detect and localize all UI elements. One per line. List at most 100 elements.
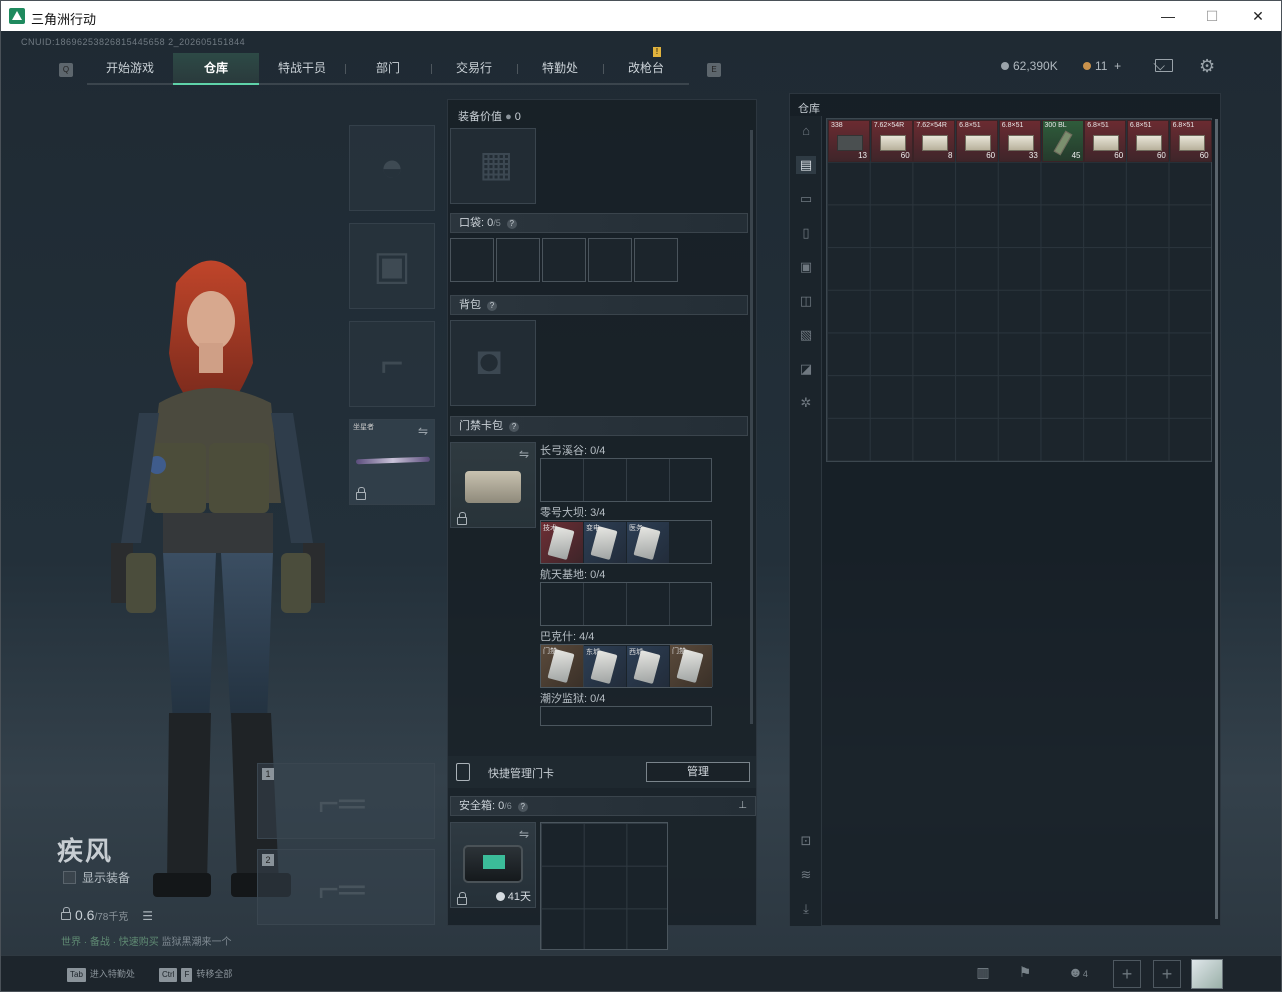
checkbox-icon[interactable] xyxy=(63,871,76,884)
warehouse-scrollbar[interactable] xyxy=(1215,119,1218,919)
melee-slot[interactable]: 坐星者 ⇋ xyxy=(349,419,435,505)
gear-category-icon[interactable]: ▣ xyxy=(796,258,816,276)
help-icon[interactable]: ? xyxy=(509,422,519,432)
keycard-item[interactable]: 门禁 xyxy=(541,645,584,687)
keycard-row-dam[interactable]: 技术 变电 医务 xyxy=(540,520,712,564)
primary-weapon-slot-1[interactable]: 1 ⌐═ xyxy=(257,763,435,839)
warehouse-item[interactable]: 6.8×51 60 xyxy=(1169,120,1212,162)
flag-icon[interactable]: ⚑ xyxy=(1015,964,1035,984)
pin-icon[interactable]: ⊥ xyxy=(738,797,747,815)
tab-market[interactable]: 交易行 xyxy=(431,53,518,85)
close-button[interactable]: ✕ xyxy=(1243,5,1273,27)
warehouse-item[interactable]: 6.8×51 60 xyxy=(956,120,999,162)
transfer-all-shortcut-hint[interactable]: Ctrl F 转移全部 xyxy=(159,967,232,982)
pocket-slot[interactable] xyxy=(496,238,540,282)
keycard-case-slot[interactable]: ⇋ xyxy=(450,442,536,528)
nav-next-icon[interactable]: E xyxy=(707,63,721,77)
pocket-slot[interactable] xyxy=(634,238,678,282)
mail-icon[interactable] xyxy=(1155,59,1173,72)
all-items-icon[interactable]: ⌂ xyxy=(796,122,816,140)
helmet-slot[interactable]: ◓ xyxy=(349,125,435,211)
safebox-grid[interactable] xyxy=(540,822,668,950)
keycard-item[interactable]: 技术 xyxy=(541,522,583,563)
premium-currency[interactable]: 11 + xyxy=(1083,59,1121,73)
help-icon[interactable]: ? xyxy=(517,802,528,812)
swap-icon[interactable]: ⇋ xyxy=(418,424,428,438)
locked-category-icon[interactable]: ◪ xyxy=(796,360,816,378)
tab-gunsmith[interactable]: 改枪台 xyxy=(603,53,689,85)
sort-icon[interactable]: ⊡ xyxy=(796,832,816,850)
quick-manage-keycards: 快捷管理门卡 管理 xyxy=(448,756,756,788)
pocket-header: 口袋: 0/5? xyxy=(450,213,748,233)
show-equipment-toggle[interactable]: 显示装备 xyxy=(63,869,130,886)
panel-scrollbar[interactable] xyxy=(750,130,753,724)
game-window: 三角洲行动 — ☐ ✕ CNUID:18696253826815445658 2… xyxy=(0,0,1282,992)
chest-rig-slot[interactable]: ▦ xyxy=(450,128,536,204)
tab-start-game[interactable]: 开始游戏 xyxy=(87,53,174,85)
invite-slot-button[interactable]: + xyxy=(1153,960,1181,988)
nav-prev-icon[interactable]: Q xyxy=(59,63,73,77)
manage-button[interactable]: 管理 xyxy=(646,762,750,782)
invite-slot-button[interactable]: + xyxy=(1113,960,1141,988)
warehouse-item[interactable]: 6.8×51 60 xyxy=(1126,120,1169,162)
settings-category-icon[interactable]: ✲ xyxy=(796,394,816,412)
list-icon[interactable]: ☰ xyxy=(142,909,153,923)
keycard-row-changgong[interactable] xyxy=(540,458,712,502)
safebox-days-remaining: 41天 xyxy=(496,888,531,904)
backpack-slot[interactable]: ◘ xyxy=(450,320,536,406)
warehouse-item[interactable]: 300 BL 45 xyxy=(1041,120,1084,162)
keycard-item[interactable]: 门禁 xyxy=(670,645,713,687)
medical-category-icon[interactable]: ◫ xyxy=(796,292,816,310)
keycard-item[interactable]: 东城 xyxy=(584,646,626,687)
money-display: 62,390K xyxy=(1001,59,1058,73)
armor-slot[interactable]: ▣ xyxy=(349,223,435,309)
keycard-row-prison[interactable] xyxy=(540,706,712,726)
tab-shortcut-hint[interactable]: Tab 进入特勤处 xyxy=(67,967,135,982)
minimize-button[interactable]: — xyxy=(1153,5,1183,27)
ammo-box-icon xyxy=(879,135,906,151)
settings-gear-icon[interactable]: ⚙ xyxy=(1199,56,1215,77)
help-icon[interactable]: ? xyxy=(506,219,517,229)
weapon-category-icon[interactable]: ▭ xyxy=(796,190,816,208)
warehouse-item[interactable]: 7.62×54R 60 xyxy=(870,120,913,162)
pistol-icon: ⌐ xyxy=(380,341,404,386)
maximize-button[interactable]: ☐ xyxy=(1197,5,1227,27)
keycard-row-spacebase[interactable] xyxy=(540,582,712,626)
tab-special-ops[interactable]: 特勤处 xyxy=(517,53,604,85)
transfer-icon[interactable]: ⤓ xyxy=(796,900,816,918)
warehouse-category-bar: ⌂ ▤ ▭ ▯ ▣ ◫ ▧ ◪ ✲ ⊡ ≋ ⤓ xyxy=(790,116,822,926)
safebox-slot[interactable]: ⇋ 41天 xyxy=(450,822,536,908)
swap-icon[interactable]: ⇋ xyxy=(519,447,529,461)
keycard-item[interactable]: 医务 xyxy=(627,522,669,563)
squad-button[interactable]: ☻4 xyxy=(1061,964,1095,984)
keycard-item[interactable]: 西城 xyxy=(627,646,669,687)
pocket-slot[interactable] xyxy=(588,238,632,282)
pocket-slot[interactable] xyxy=(450,238,494,282)
warehouse-item[interactable]: 6.8×51 33 xyxy=(998,120,1041,162)
pistol-slot[interactable]: ⌐ xyxy=(349,321,435,407)
tab-operators[interactable]: 特战干员 xyxy=(259,53,346,85)
tab-department[interactable]: 部门 xyxy=(345,53,432,85)
misc-category-icon[interactable]: ▧ xyxy=(796,326,816,344)
avatar[interactable] xyxy=(1191,959,1223,989)
stats-chart-icon[interactable]: ▥ xyxy=(973,964,993,984)
carry-weight: 0.6/78千克 ☰ xyxy=(61,907,153,923)
layers-icon[interactable]: ≋ xyxy=(796,866,816,884)
player-uid: CNUID:18696253826815445658 2_20260515184… xyxy=(21,37,246,47)
warehouse-item[interactable]: 7.62×54R 8 xyxy=(913,120,956,162)
primary-weapon-slot-2[interactable]: 2 ⌐═ xyxy=(257,849,435,925)
pocket-slot[interactable] xyxy=(542,238,586,282)
ammo-box-icon xyxy=(1178,135,1205,151)
tab-warehouse[interactable]: 仓库 xyxy=(173,53,259,85)
ammo-box-icon xyxy=(837,135,863,151)
ammo-category-icon[interactable]: ▤ xyxy=(796,156,816,174)
keycard-item[interactable]: 变电 xyxy=(584,522,626,563)
attachment-category-icon[interactable]: ▯ xyxy=(796,224,816,242)
add-currency-button[interactable]: + xyxy=(1114,59,1121,73)
warehouse-item[interactable]: 338 13 xyxy=(828,120,870,162)
swap-icon[interactable]: ⇋ xyxy=(519,827,529,841)
keycard-row-brakkesh[interactable]: 门禁 东城 西城 门禁 xyxy=(540,644,713,688)
warehouse-item[interactable]: 6.8×51 60 xyxy=(1084,120,1127,162)
help-icon[interactable]: ? xyxy=(487,301,497,311)
warehouse-grid[interactable]: 338 13 7.62×54R 60 7.62×54R 8 6.8×51 60 6.8×51 33… xyxy=(826,118,1212,462)
